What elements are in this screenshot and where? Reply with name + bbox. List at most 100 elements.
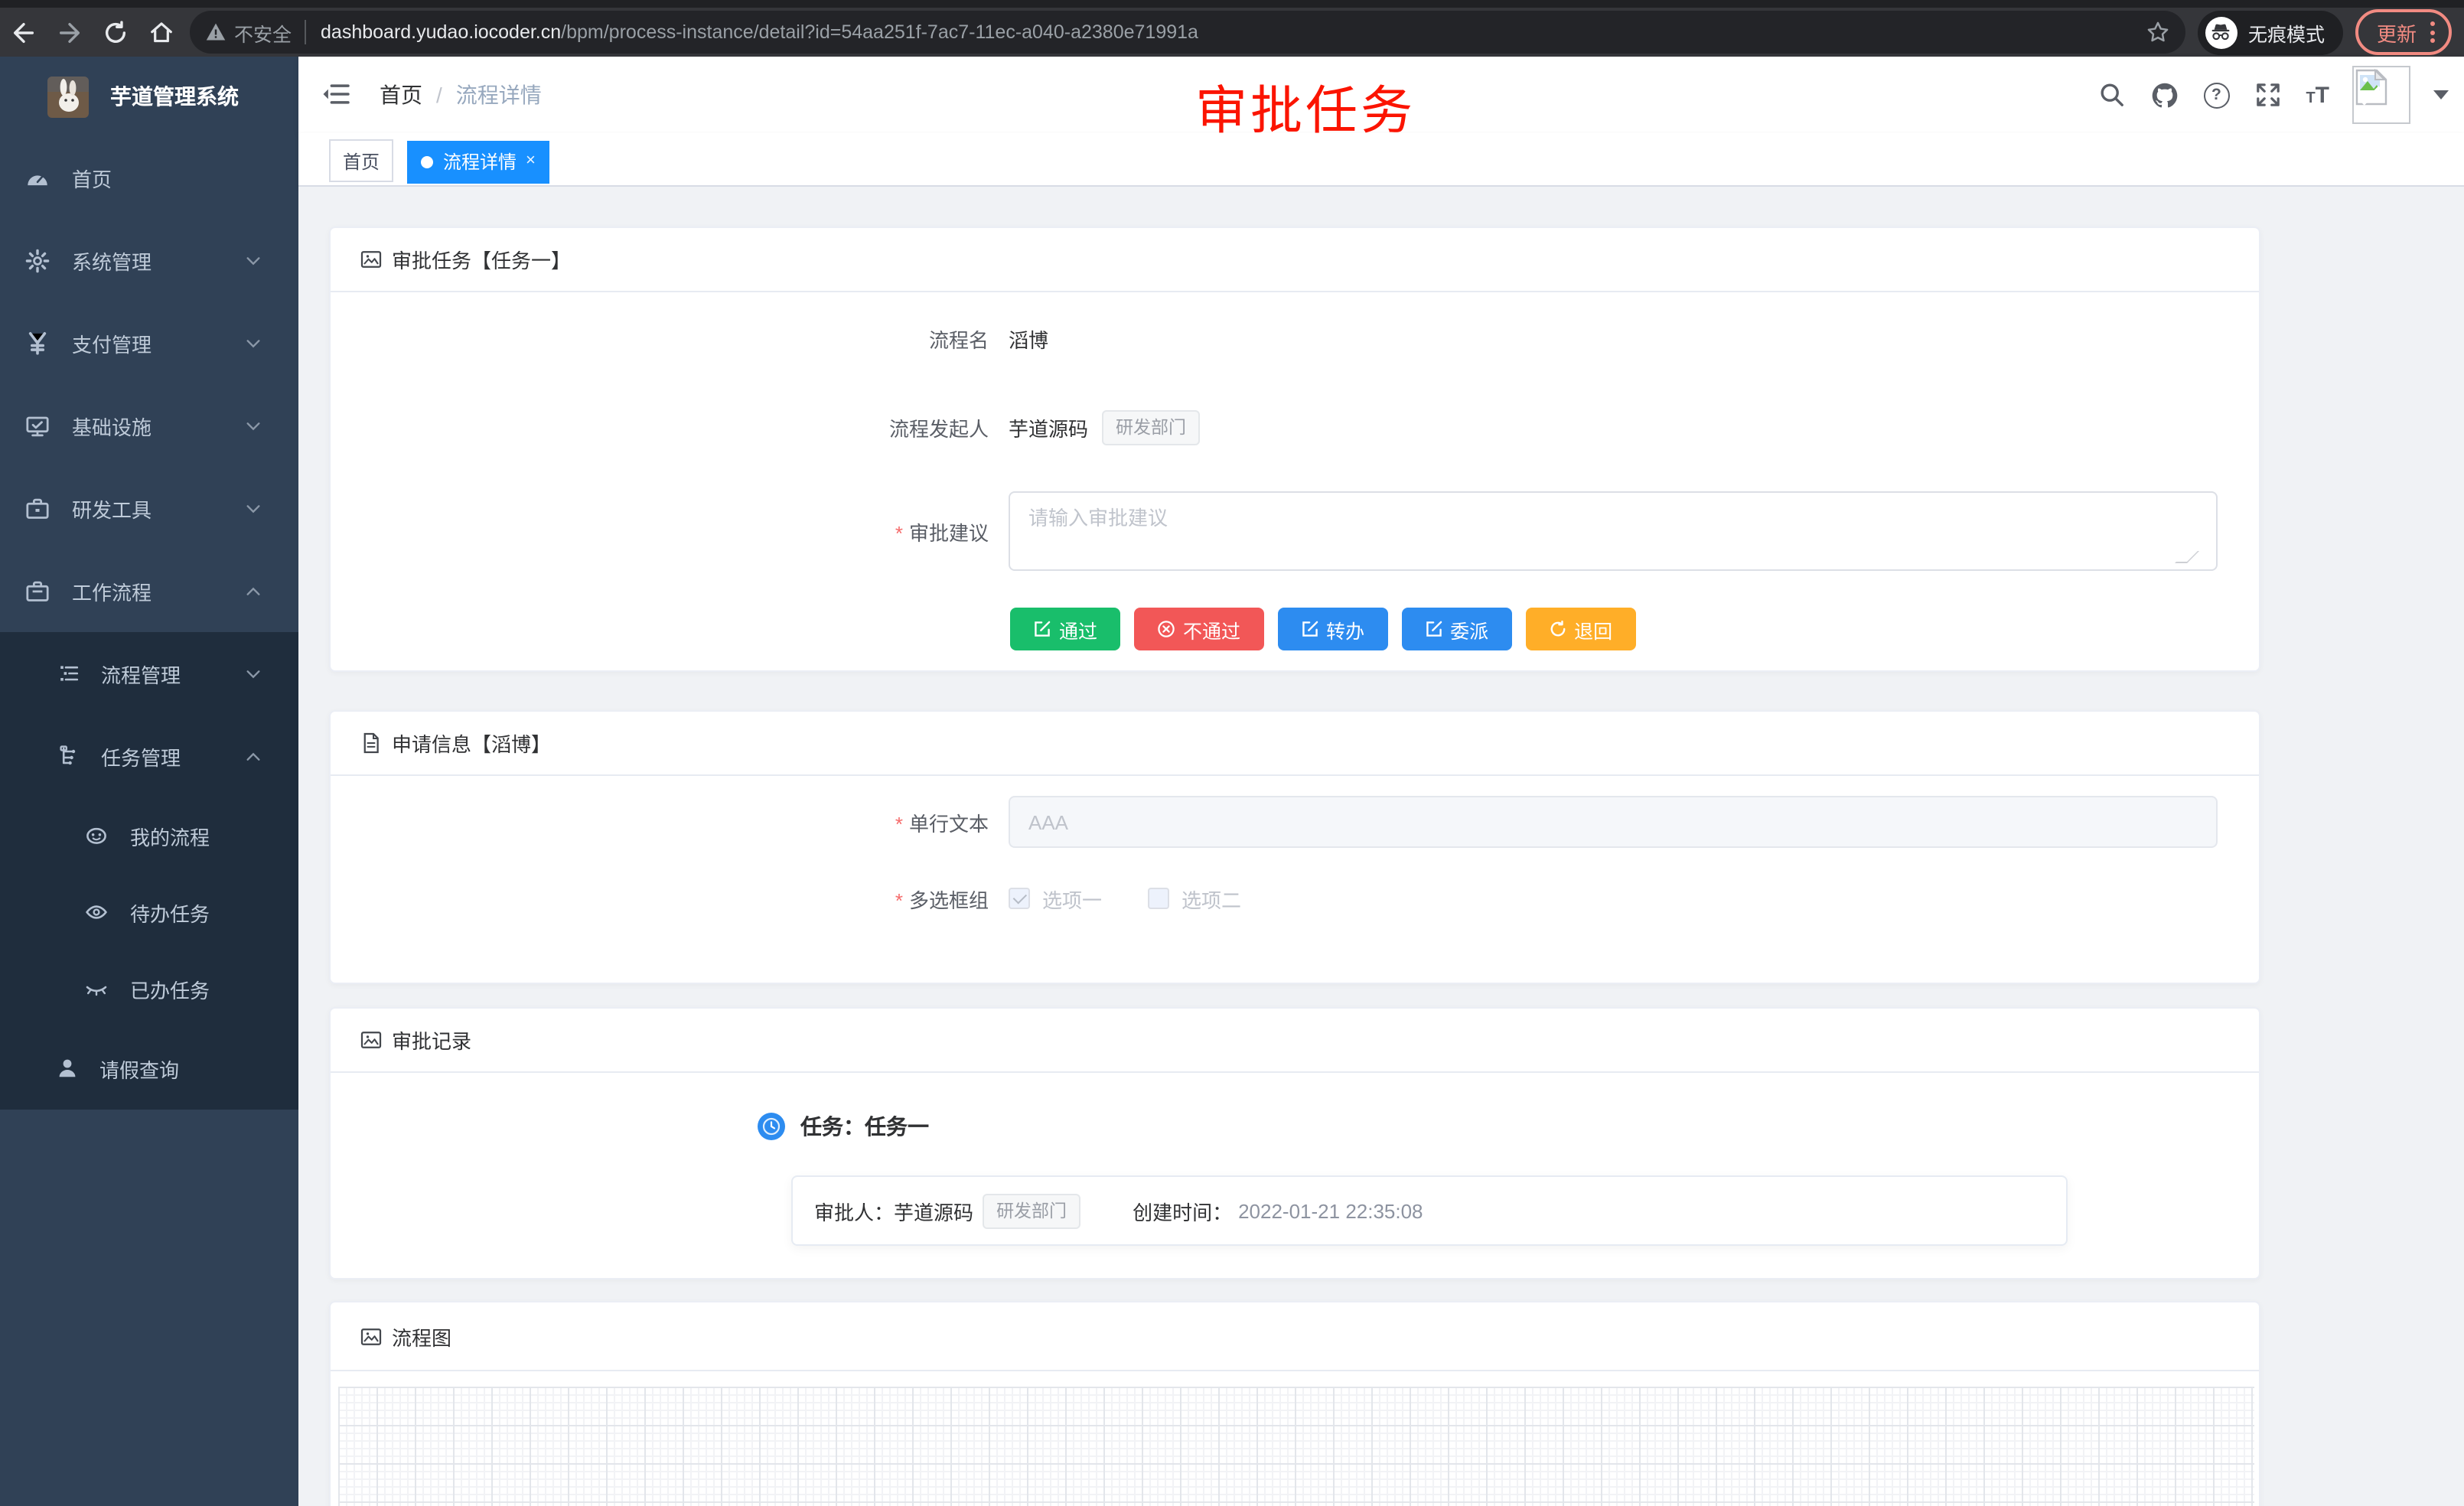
bpmn-canvas[interactable] bbox=[338, 1387, 2254, 1506]
font-size-icon[interactable]: TT bbox=[2306, 82, 2329, 108]
checkbox-option-2[interactable]: 选项二 bbox=[1148, 884, 1241, 913]
address-bar[interactable]: 不安全 dashboard.yudao.iocoder.cn/bpm/proce… bbox=[190, 11, 2185, 54]
process-name-label: 流程名 bbox=[331, 324, 989, 353]
tab-home[interactable]: 首页 bbox=[329, 139, 393, 182]
help-icon[interactable]: ? bbox=[2203, 82, 2229, 108]
incognito-icon bbox=[2205, 16, 2237, 48]
sidebar-item-infra[interactable]: 基础设施 bbox=[0, 384, 298, 467]
checkbox-option-1[interactable]: 选项一 bbox=[1009, 884, 1102, 913]
navbar-actions: ? TT bbox=[2096, 57, 2449, 133]
approval-card-header: 审批任务【任务一】 bbox=[331, 228, 2259, 292]
url-separator bbox=[304, 20, 305, 44]
logo-image bbox=[47, 76, 89, 117]
incognito-badge: 无痕模式 bbox=[2198, 10, 2343, 54]
tab-process-detail[interactable]: 流程详情 × bbox=[408, 140, 549, 183]
sidebar-fold-icon[interactable] bbox=[321, 83, 350, 106]
browser-back-button[interactable] bbox=[0, 11, 46, 54]
document-icon bbox=[360, 732, 383, 755]
tags-view: 首页 流程详情 × bbox=[298, 133, 2464, 187]
sidebar-item-todo-tasks[interactable]: 待办任务 bbox=[0, 874, 298, 950]
apply-card-header: 申请信息【滔博】 bbox=[331, 712, 2259, 776]
browser-forward-button[interactable] bbox=[46, 11, 92, 54]
eye-closed-icon bbox=[84, 976, 109, 1001]
task-line: 任务：任务一 bbox=[800, 1111, 929, 1142]
user-icon bbox=[55, 1056, 80, 1081]
sidebar-item-done-tasks[interactable]: 已办任务 bbox=[0, 950, 298, 1027]
single-line-text-input[interactable] bbox=[1009, 796, 2218, 848]
created-value: 2022-01-21 22:35:08 bbox=[1238, 1199, 1423, 1222]
chevron-down-icon bbox=[245, 500, 262, 517]
active-tab-dot bbox=[422, 155, 434, 168]
record-detail-card: 审批人： 芋道源码 研发部门 创建时间： 2022-01-21 22:35:08 bbox=[791, 1175, 2068, 1246]
fullscreen-icon[interactable] bbox=[2252, 80, 2283, 110]
delegate-button[interactable]: 委派 bbox=[1401, 608, 1511, 650]
approver-label: 审批人： bbox=[814, 1196, 894, 1225]
dashboard-icon bbox=[24, 165, 51, 191]
security-warning-icon[interactable] bbox=[205, 21, 227, 43]
tab-close-icon[interactable]: × bbox=[526, 153, 536, 170]
sidebar-item-task-mgmt[interactable]: 任务管理 bbox=[0, 715, 298, 797]
breadcrumb: 首页 / 流程详情 bbox=[380, 57, 542, 133]
apply-card-title: 申请信息【滔博】 bbox=[392, 729, 551, 758]
browser-chrome: 不安全 dashboard.yudao.iocoder.cn/bpm/proce… bbox=[0, 0, 2464, 57]
main-area: 首页 / 流程详情 审批任务 ? TT bbox=[298, 57, 2464, 1506]
sidebar: 芋道管理系统 首页 系统管理 支付管理 bbox=[0, 57, 298, 1506]
sidebar-item-process-mgmt[interactable]: 流程管理 bbox=[0, 632, 298, 715]
top-navbar: 首页 / 流程详情 审批任务 ? TT bbox=[298, 57, 2464, 133]
picture-icon bbox=[360, 1028, 383, 1051]
process-name-value: 滔博 bbox=[1009, 324, 1048, 353]
sidebar-item-leave-query[interactable]: 请假查询 bbox=[0, 1027, 298, 1110]
sidebar-item-workflow[interactable]: 工作流程 bbox=[0, 549, 298, 632]
breadcrumb-current: 流程详情 bbox=[456, 80, 542, 110]
sidebar-item-home[interactable]: 首页 bbox=[0, 136, 298, 219]
approve-button[interactable]: 通过 bbox=[1010, 608, 1120, 650]
page-content: 审批任务【任务一】 流程名 滔博 流程发起人 芋道源码 研发部门 *审批建议 bbox=[298, 187, 2464, 1506]
briefcase-icon bbox=[24, 578, 51, 604]
sidebar-item-system[interactable]: 系统管理 bbox=[0, 219, 298, 302]
eye-icon bbox=[84, 900, 109, 924]
face-icon bbox=[84, 823, 109, 848]
record-card-title: 审批记录 bbox=[392, 1025, 471, 1055]
initiator-value: 芋道源码 bbox=[1009, 412, 1088, 442]
sidebar-item-my-process[interactable]: 我的流程 bbox=[0, 797, 298, 874]
approver-value: 芋道源码 bbox=[894, 1196, 973, 1225]
chevron-up-icon bbox=[245, 748, 262, 764]
approval-card-title: 审批任务【任务一】 bbox=[392, 245, 571, 274]
checkbox-unchecked-icon bbox=[1148, 888, 1169, 909]
diagram-card-title: 流程图 bbox=[392, 1322, 451, 1351]
chevron-down-icon bbox=[245, 252, 262, 269]
text-field-label: *单行文本 bbox=[331, 807, 989, 836]
incognito-label: 无痕模式 bbox=[2248, 18, 2325, 47]
avatar[interactable] bbox=[2352, 66, 2410, 124]
app-root: 芋道管理系统 首页 系统管理 支付管理 bbox=[0, 57, 2464, 1506]
transfer-button[interactable]: 转办 bbox=[1277, 608, 1387, 650]
security-label: 不安全 bbox=[234, 18, 292, 47]
sidebar-item-devtools[interactable]: 研发工具 bbox=[0, 467, 298, 549]
suggestion-textarea[interactable] bbox=[1009, 491, 2218, 571]
sidebar-item-payment[interactable]: 支付管理 bbox=[0, 302, 298, 384]
browser-menu-icon[interactable] bbox=[2430, 21, 2435, 43]
url-text: dashboard.yudao.iocoder.cn/bpm/process-i… bbox=[321, 21, 2133, 43]
chevron-down-icon bbox=[245, 417, 262, 434]
sidebar-logo[interactable]: 芋道管理系统 bbox=[0, 57, 298, 136]
github-icon[interactable] bbox=[2149, 80, 2180, 110]
yen-icon bbox=[24, 330, 51, 356]
avatar-dropdown-caret[interactable] bbox=[2433, 90, 2449, 99]
browser-update-button[interactable]: 更新 bbox=[2355, 9, 2452, 55]
browser-home-button[interactable] bbox=[138, 11, 184, 54]
bookmark-star-icon[interactable] bbox=[2146, 20, 2170, 44]
gear-icon bbox=[24, 247, 51, 273]
diagram-card-header: 流程图 bbox=[331, 1302, 2259, 1371]
initiator-dept-tag: 研发部门 bbox=[1102, 409, 1200, 445]
approval-record-card: 审批记录 任务：任务一 审批人： 芋道源码 研发部门 创建时间： 2022-01… bbox=[329, 1007, 2260, 1279]
return-button[interactable]: 退回 bbox=[1525, 608, 1635, 650]
approval-task-card: 审批任务【任务一】 流程名 滔博 流程发起人 芋道源码 研发部门 *审批建议 bbox=[329, 227, 2260, 672]
chevron-down-icon bbox=[245, 334, 262, 351]
search-icon[interactable] bbox=[2096, 80, 2127, 110]
chevron-up-icon bbox=[245, 582, 262, 599]
reject-button[interactable]: 不通过 bbox=[1134, 608, 1263, 650]
apply-info-card: 申请信息【滔博】 *单行文本 *多选框组 选项一 bbox=[329, 710, 2260, 984]
browser-reload-button[interactable] bbox=[92, 11, 138, 54]
breadcrumb-home[interactable]: 首页 bbox=[380, 80, 422, 110]
workflow-submenu: 流程管理 任务管理 我的流程 bbox=[0, 632, 298, 1110]
